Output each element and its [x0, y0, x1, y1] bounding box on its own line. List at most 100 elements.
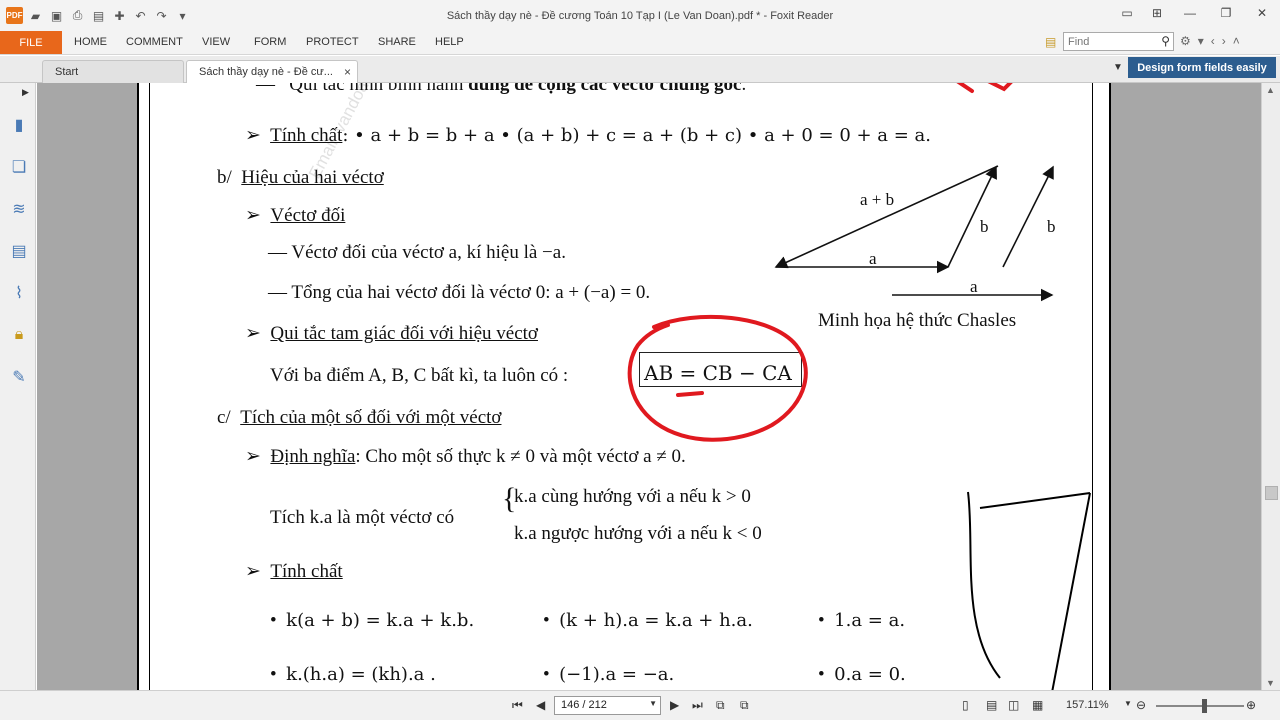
doc-line-parallelogram-rule: — Qui tắc hình bình hành dùng để cộng cá…: [256, 83, 747, 95]
pages-icon[interactable]: ❏: [9, 157, 29, 177]
tab-list-dropdown-icon[interactable]: ▼: [1113, 62, 1123, 73]
previous-view-icon[interactable]: ⧉: [716, 698, 725, 713]
security-lock-icon[interactable]: 🔒︎: [9, 325, 29, 345]
chasles-diagram: [774, 165, 1054, 302]
tab-document[interactable]: Sách thầy dạy nè - Đề cư... ×: [186, 60, 358, 83]
app-logo-icon[interactable]: PDF: [6, 7, 23, 24]
layers-icon[interactable]: ≋: [9, 199, 29, 219]
continuous-page-icon[interactable]: ▤: [986, 698, 997, 712]
first-page-icon[interactable]: ⏮: [512, 698, 523, 713]
single-page-icon[interactable]: ▯: [962, 698, 969, 712]
status-bar: ⏮ ◀ 146 / 212 ▼ ▶ ⏭ ⧉ ⧉ ▯ ▤ ◫ ▦ 157.11% …: [0, 690, 1280, 720]
comments-icon[interactable]: ▤: [9, 241, 29, 261]
zoom-in-icon[interactable]: ⊕: [1246, 698, 1256, 712]
expand-panel-icon[interactable]: ▶: [22, 87, 29, 98]
window-title: Sách thầy dạy nè - Đề cương Toán 10 Tạp …: [446, 10, 834, 22]
ribbon-bar: FILE HOME COMMENT VIEW FORM PROTECT SHAR…: [0, 31, 1280, 55]
vector-a-plus-b: [774, 165, 999, 269]
previous-page-icon[interactable]: ◀: [536, 698, 545, 712]
next-page-icon[interactable]: ▶: [670, 698, 679, 712]
title-bar: PDF ▰ ▣ ⎙ ▤ ✚ ↶ ↷ ▾ Sách thầy dạy nè - Đ…: [0, 0, 1280, 31]
property-item: • k(a + b) = k.a + k.b.: [270, 610, 475, 631]
red-ink-scribble[interactable]: [950, 83, 1030, 95]
arrow-bullet-icon: ➢: [245, 205, 261, 226]
forward-icon[interactable]: ›: [1222, 34, 1226, 48]
arrow-bullet-icon: ➢: [245, 125, 261, 146]
tab-comment[interactable]: COMMENT: [126, 36, 183, 48]
attachments-icon[interactable]: ⌇: [9, 283, 29, 303]
arrow-bullet-icon: ➢: [245, 561, 261, 582]
back-icon[interactable]: ‹: [1211, 34, 1215, 48]
customize-qat-icon[interactable]: ▾: [174, 7, 191, 24]
scroll-up-icon[interactable]: ▲: [1266, 85, 1275, 95]
tab-view[interactable]: VIEW: [202, 36, 230, 48]
bookmarks-icon[interactable]: ▮: [9, 115, 29, 135]
vector-b: [947, 165, 997, 268]
vertical-scrollbar[interactable]: ▲ ▼: [1261, 83, 1280, 690]
tab-start[interactable]: Start: [42, 60, 184, 83]
chevron-up-icon[interactable]: ˄: [1233, 34, 1240, 48]
page-dropdown-icon[interactable]: ▼: [649, 699, 657, 708]
zoom-slider-track[interactable]: [1156, 705, 1244, 707]
property-item: • 0.a = 0.: [818, 664, 906, 685]
next-view-icon[interactable]: ⧉: [740, 698, 749, 713]
ribbon-options-icon[interactable]: ▭: [1112, 0, 1142, 26]
doc-case-same-direction: k.a cùng hướng với a nếu k > 0: [514, 486, 751, 507]
properties-icon[interactable]: ▤: [90, 7, 107, 24]
search-folder-icon[interactable]: ▤: [1045, 35, 1056, 49]
close-button[interactable]: ✕: [1244, 0, 1280, 26]
last-page-icon[interactable]: ⏭: [692, 698, 703, 713]
zoom-dropdown-icon[interactable]: ▼: [1124, 699, 1132, 708]
open-folder-icon[interactable]: ▰: [27, 7, 44, 24]
chevron-down-icon[interactable]: ▾: [1198, 34, 1204, 48]
continuous-facing-icon[interactable]: ▦: [1032, 698, 1043, 712]
print-icon[interactable]: ⎙: [69, 7, 86, 24]
doc-section-b: b/ Hiệu của hai véctơ: [217, 167, 384, 188]
find-input[interactable]: [1064, 33, 1154, 50]
zoom-out-icon[interactable]: ⊖: [1136, 698, 1146, 712]
document-viewport[interactable]: Email: vandoan_automobile@yahoo.com — Qu…: [37, 83, 1261, 690]
tab-share[interactable]: SHARE: [378, 36, 416, 48]
quick-access-toolbar: PDF ▰ ▣ ⎙ ▤ ✚ ↶ ↷ ▾: [6, 7, 191, 24]
restore-ribbon-icon[interactable]: ⊞: [1142, 0, 1172, 26]
pdf-page: Email: vandoan_automobile@yahoo.com — Qu…: [137, 83, 1111, 690]
new-document-icon[interactable]: ✚: [111, 7, 128, 24]
window-controls: ▭ ⊞ — ❐ ✕: [1112, 0, 1280, 26]
settings-gear-icon[interactable]: ⚙: [1180, 34, 1191, 48]
tab-start-label: Start: [55, 66, 79, 78]
arrow-bullet-icon: ➢: [245, 446, 261, 467]
tab-protect[interactable]: PROTECT: [306, 36, 359, 48]
search-icon[interactable]: ⚲: [1161, 34, 1170, 48]
doc-properties-sum: ➢ Tính chất: • a + b = b + a • (a + b) +…: [245, 125, 932, 146]
save-icon[interactable]: ▣: [48, 7, 65, 24]
scroll-thumb[interactable]: [1265, 486, 1278, 500]
tab-form[interactable]: FORM: [254, 36, 286, 48]
label-b: b: [980, 217, 989, 236]
doc-opposite-vector-definition: — Véctơ đối của véctơ a, kí hiệu là −a.: [268, 242, 566, 263]
property-item: • k.(h.a) = (kh).a .: [270, 664, 436, 685]
zoom-slider-thumb[interactable]: [1202, 699, 1207, 713]
document-tab-strip: Start Sách thầy dạy nè - Đề cư... × ▼ De…: [0, 56, 1280, 83]
scroll-down-icon[interactable]: ▼: [1266, 678, 1275, 688]
arrow-bullet-icon: ➢: [245, 323, 261, 344]
property-item: • (−1).a = −a.: [543, 664, 675, 685]
signature-icon[interactable]: ✎: [9, 367, 29, 387]
tab-help[interactable]: HELP: [435, 36, 464, 48]
maximize-button[interactable]: ❐: [1208, 0, 1244, 26]
zoom-level[interactable]: 157.11%: [1066, 699, 1109, 711]
minimize-button[interactable]: —: [1172, 0, 1208, 26]
red-ink-annotation[interactable]: [616, 311, 816, 451]
file-tab[interactable]: FILE: [0, 31, 62, 54]
page-number-box[interactable]: 146 / 212 ▼: [554, 696, 661, 715]
tab-document-label: Sách thầy dạy nè - Đề cư...: [199, 66, 333, 78]
tab-home[interactable]: HOME: [74, 36, 107, 48]
close-tab-icon[interactable]: ×: [344, 65, 351, 79]
label-b-2: b: [1047, 217, 1056, 236]
doc-triangle-rule-heading: ➢ Qui tắc tam giác đối với hiệu véctơ: [245, 323, 538, 344]
page-number-value: 146 / 212: [561, 699, 607, 711]
doc-case-opposite-direction: k.a ngược hướng với a nếu k < 0: [514, 523, 762, 544]
redo-icon[interactable]: ↷: [153, 7, 170, 24]
promo-banner[interactable]: Design form fields easily: [1128, 57, 1276, 78]
undo-icon[interactable]: ↶: [132, 7, 149, 24]
facing-page-icon[interactable]: ◫: [1008, 698, 1019, 712]
